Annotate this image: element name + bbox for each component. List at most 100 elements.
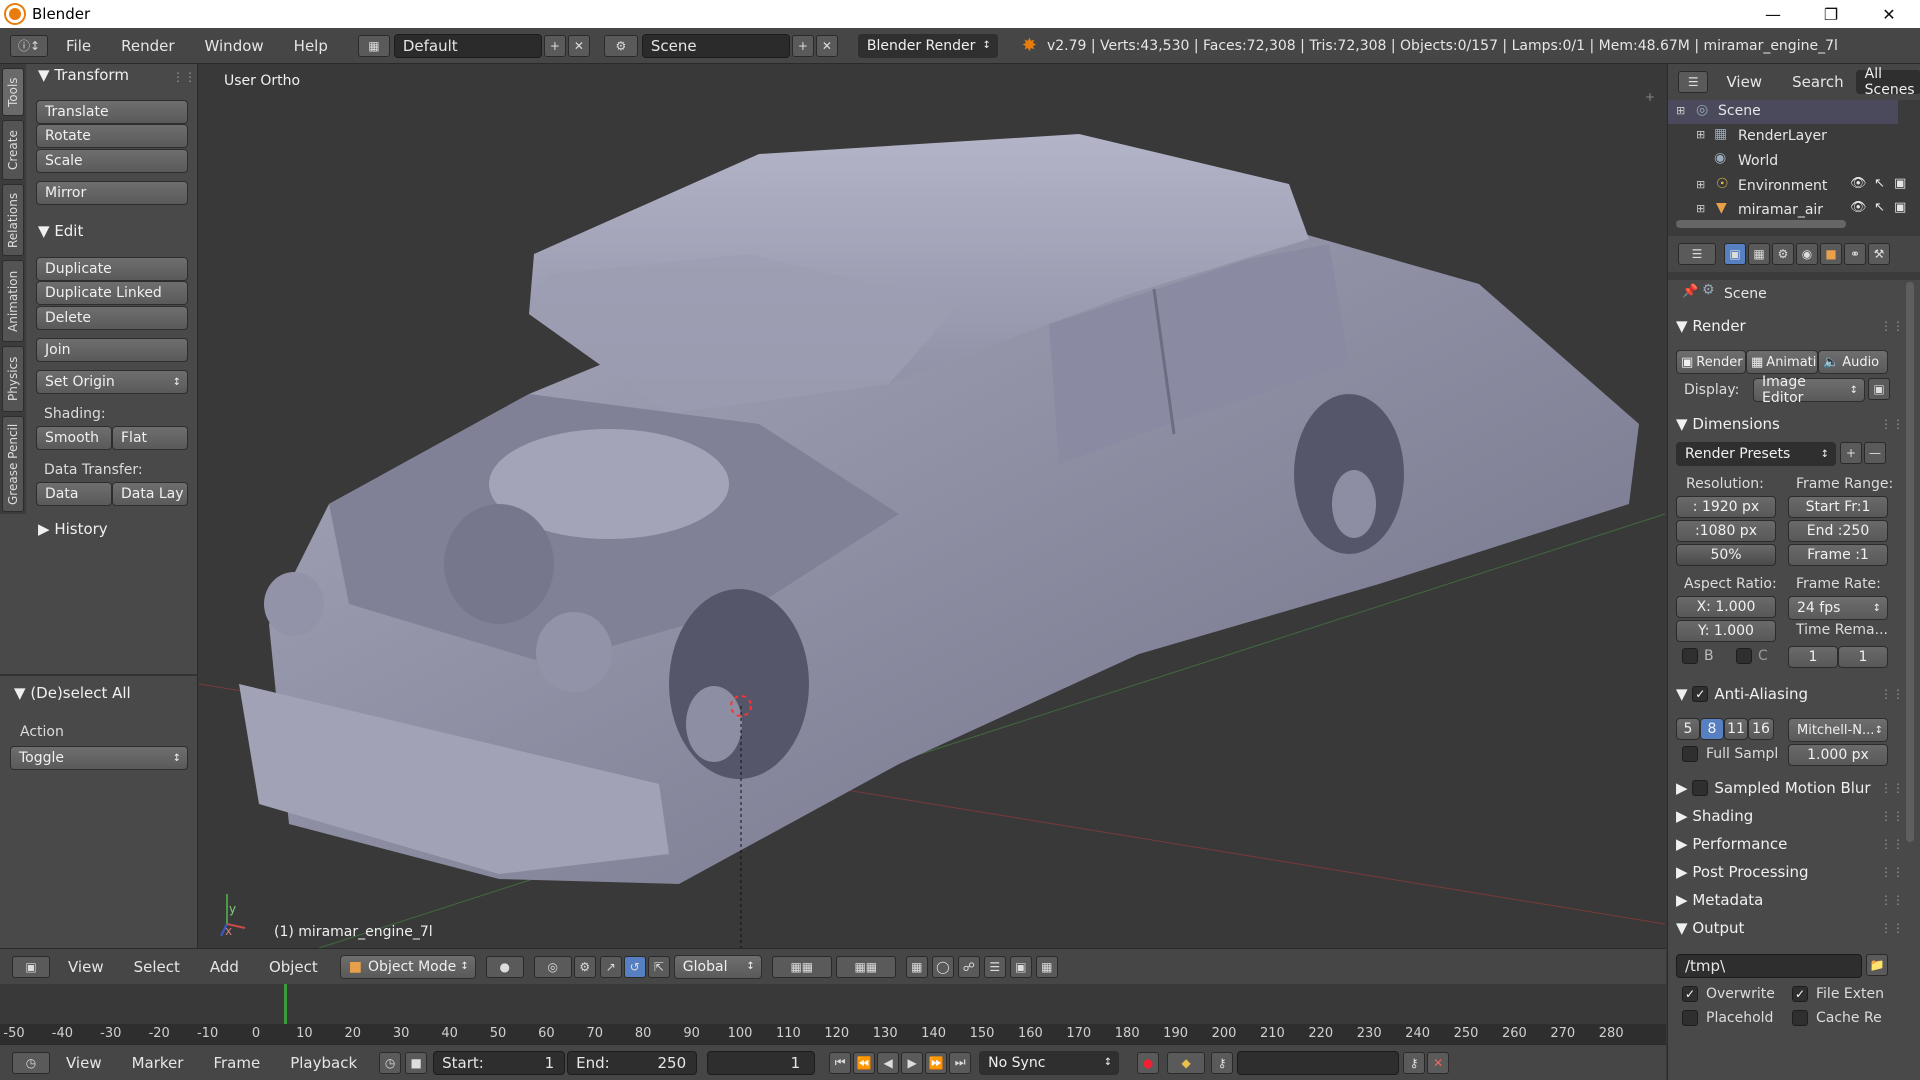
- resolution-x-field[interactable]: : 1920 px: [1676, 496, 1776, 518]
- layers-icon[interactable]: ▦▦: [771, 955, 832, 978]
- crop-checkbox[interactable]: [1736, 648, 1752, 664]
- jump-keyframe-forward-icon[interactable]: ⏩: [925, 1051, 948, 1074]
- vp-menu-add[interactable]: Add: [210, 958, 239, 976]
- properties-editor-icon[interactable]: ☰: [1678, 243, 1716, 265]
- display-select[interactable]: Image Editor ↕: [1753, 374, 1865, 406]
- jump-keyframe-back-icon[interactable]: ⏪: [853, 1051, 876, 1074]
- visibility-eye-icon-2[interactable]: 👁: [1850, 200, 1867, 215]
- car-model[interactable]: [199, 64, 1665, 948]
- keying-set-field[interactable]: [1237, 1050, 1400, 1075]
- object-tab-icon[interactable]: ■: [1820, 243, 1842, 265]
- translate-button[interactable]: Translate: [36, 100, 188, 124]
- data-layout-button[interactable]: Data Lay: [112, 482, 188, 506]
- resolution-percent-field[interactable]: 50%: [1676, 544, 1776, 566]
- insert-key-icon[interactable]: ⚷: [1403, 1051, 1426, 1074]
- operator-panel-header[interactable]: ▼ (De)select All: [14, 684, 131, 702]
- tl-menu-view[interactable]: View: [66, 1054, 102, 1072]
- editor-type-icon[interactable]: ▣: [12, 955, 50, 978]
- outliner-item-world[interactable]: World: [1738, 153, 1778, 169]
- rotate-gizmo-icon[interactable]: ↺: [623, 955, 646, 978]
- shading-mode-icon[interactable]: ●: [485, 955, 524, 978]
- render-section-header[interactable]: ▼ Render ⋮⋮: [1676, 314, 1912, 338]
- remap-old-field[interactable]: 1: [1788, 646, 1838, 668]
- render-tab-icon[interactable]: ▣: [1724, 243, 1746, 265]
- output-path-field[interactable]: /tmp\: [1676, 954, 1862, 978]
- tl-menu-marker[interactable]: Marker: [132, 1054, 184, 1072]
- tab-grease-pencil[interactable]: Grease Pencil: [2, 416, 24, 512]
- record-icon[interactable]: ●: [1137, 1051, 1160, 1074]
- delete-key-icon[interactable]: ✕: [1427, 1051, 1450, 1074]
- render-preview-icon[interactable]: ▣: [1009, 955, 1032, 978]
- add-preset-icon[interactable]: +: [1840, 442, 1862, 464]
- scale-gizmo-icon[interactable]: ⇱: [647, 955, 670, 978]
- tab-tools[interactable]: Tools: [2, 68, 24, 116]
- jump-end-icon[interactable]: ⏭: [949, 1051, 972, 1074]
- menu-render[interactable]: Render: [121, 37, 174, 55]
- maximize-button[interactable]: ❐: [1802, 0, 1860, 28]
- display-lock-icon[interactable]: ▣: [1868, 378, 1890, 400]
- tab-physics[interactable]: Physics: [2, 346, 24, 412]
- scene-tab-icon[interactable]: ⚙: [1772, 243, 1794, 265]
- constraints-tab-icon[interactable]: ⚭: [1844, 243, 1866, 265]
- motion-blur-section-header[interactable]: ▶ Sampled Motion Blur ⋮⋮: [1676, 776, 1912, 800]
- jump-start-icon[interactable]: ⏮: [829, 1051, 852, 1074]
- tab-relations[interactable]: Relations: [2, 184, 24, 256]
- remove-preset-icon[interactable]: —: [1864, 442, 1886, 464]
- vp-menu-select[interactable]: Select: [134, 958, 180, 976]
- outliner-filter-select[interactable]: All Scenes: [1855, 66, 1920, 98]
- history-panel-header[interactable]: ▶ History: [38, 520, 108, 538]
- output-section-header[interactable]: ▼ Output ⋮⋮: [1676, 916, 1912, 940]
- scene-field[interactable]: Scene: [641, 33, 790, 58]
- delete-button[interactable]: Delete: [36, 306, 188, 330]
- aa-samples-5[interactable]: 5: [1676, 718, 1700, 740]
- menu-window[interactable]: Window: [205, 37, 264, 55]
- keying-set-icon[interactable]: ◆: [1167, 1051, 1206, 1074]
- menu-file[interactable]: File: [66, 37, 91, 55]
- duplicate-button[interactable]: Duplicate: [36, 257, 188, 281]
- outliner-item-miramar[interactable]: miramar_air: [1738, 202, 1848, 218]
- proportional-icon[interactable]: ◯: [931, 955, 954, 978]
- border-checkbox[interactable]: [1682, 648, 1698, 664]
- menu-help[interactable]: Help: [294, 37, 328, 55]
- remove-layout-icon[interactable]: ✕: [567, 34, 590, 57]
- drag-handle-icon[interactable]: ⋮⋮: [172, 70, 196, 84]
- aa-samples-8[interactable]: 8: [1700, 718, 1724, 740]
- outliner-item-scene[interactable]: Scene: [1718, 103, 1761, 119]
- tl-menu-playback[interactable]: Playback: [290, 1054, 357, 1072]
- scale-button[interactable]: Scale: [36, 149, 188, 173]
- camera-render-icon[interactable]: ▦: [1035, 955, 1058, 978]
- snap-element-icon[interactable]: ☰: [983, 955, 1006, 978]
- key-icon[interactable]: ⚷: [1211, 1051, 1234, 1074]
- data-button[interactable]: Data: [36, 482, 112, 506]
- set-origin-select[interactable]: Set Origin ↕: [36, 370, 188, 394]
- tl-menu-frame[interactable]: Frame: [213, 1054, 260, 1072]
- vp-menu-object[interactable]: Object: [269, 958, 318, 976]
- 3d-viewport[interactable]: User Ortho y x (1) miramar_engine_7l +: [199, 64, 1665, 948]
- screen-layout-field[interactable]: Default: [393, 33, 542, 58]
- pin-icon[interactable]: 📌: [1682, 284, 1698, 299]
- animation-button[interactable]: ▦ Animati: [1746, 350, 1818, 374]
- outliner-menu-search[interactable]: Search: [1792, 73, 1844, 91]
- remap-new-field[interactable]: 1: [1838, 646, 1888, 668]
- mode-select[interactable]: ■ Object Mode ↕: [339, 954, 476, 979]
- lock-icon[interactable]: ■: [405, 1051, 428, 1074]
- timeline[interactable]: -50 -40 -30 -20 -10 0 10 20 30 40 50 60 70 80 90 100 110…: [0, 984, 1666, 1044]
- tab-animation[interactable]: Animation: [2, 260, 24, 342]
- audio-button[interactable]: 🔈 Audio: [1818, 350, 1888, 374]
- layers-2-icon[interactable]: ▦▦: [835, 955, 896, 978]
- current-frame-field[interactable]: 1: [707, 1050, 816, 1075]
- add-layout-icon[interactable]: +: [543, 34, 566, 57]
- lock-layers-icon[interactable]: ▦: [905, 955, 928, 978]
- outliner-item-environment[interactable]: Environment: [1738, 178, 1848, 194]
- tab-create[interactable]: Create: [2, 120, 24, 180]
- render-button[interactable]: ▣ Render: [1676, 350, 1746, 374]
- outliner-scrollbar[interactable]: [1676, 220, 1846, 228]
- visibility-eye-icon[interactable]: 👁: [1850, 176, 1867, 191]
- aspect-y-field[interactable]: Y: 1.000: [1676, 620, 1776, 642]
- fps-select[interactable]: 24 fps ↕: [1788, 596, 1888, 620]
- browse-folder-icon[interactable]: 📁: [1866, 954, 1888, 976]
- shading-section-header[interactable]: ▶ Shading ⋮⋮: [1676, 804, 1912, 828]
- end-frame-field[interactable]: End: 250: [567, 1050, 698, 1075]
- transform-panel-header[interactable]: ▼ Transform: [38, 66, 129, 84]
- render-presets-select[interactable]: Render Presets ↕: [1676, 442, 1836, 466]
